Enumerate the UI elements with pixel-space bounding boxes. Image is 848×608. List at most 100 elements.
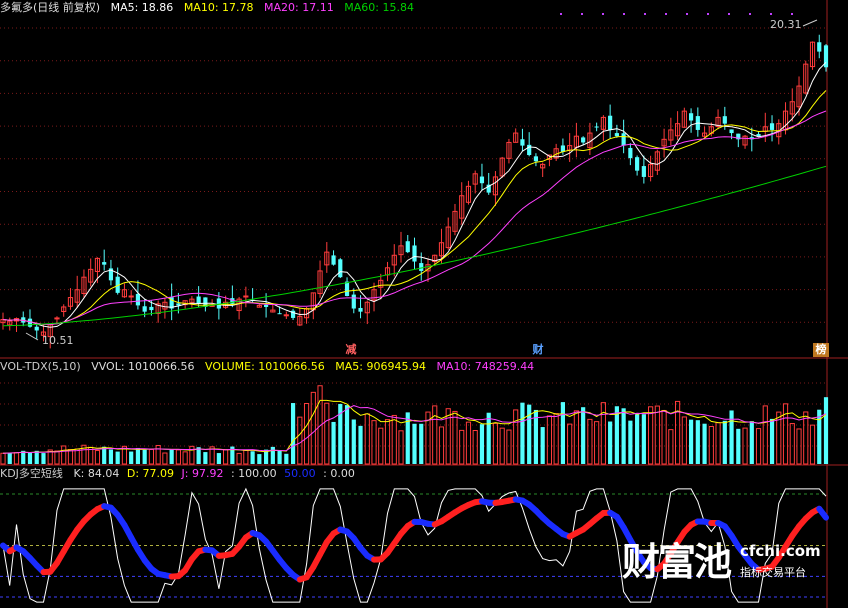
kdj-j-label: J: 97.92 [181, 467, 224, 480]
volume-bar [486, 412, 491, 464]
volume-bar [182, 451, 188, 465]
volume-bar [358, 425, 363, 464]
candle-body [351, 294, 356, 309]
volume-bar [749, 421, 754, 464]
volume-bar [61, 445, 67, 465]
candle-body [149, 306, 154, 311]
volume-bar [661, 409, 667, 465]
volume-bar [169, 449, 174, 464]
volume-bar [155, 444, 161, 465]
volume-bar [782, 403, 789, 465]
kdj-100-label: : 100.00 [230, 467, 277, 480]
volume-bar [412, 423, 417, 464]
candle-body [358, 307, 363, 312]
volume-bar [7, 452, 12, 464]
candle-body [54, 317, 60, 320]
volume-bar [628, 420, 633, 464]
volume-bar [364, 413, 370, 465]
volume-bar [331, 421, 336, 464]
volume-bar [236, 452, 242, 465]
volume-bar [0, 452, 6, 465]
signal-dot [686, 13, 688, 15]
volume-bar [614, 406, 619, 464]
volume-bar [115, 451, 120, 464]
volume-bar [175, 449, 181, 465]
volume-bar [762, 405, 768, 465]
volume-bar [74, 448, 80, 465]
volume-bar [432, 405, 438, 465]
candle-body [688, 113, 694, 121]
candle-body [344, 281, 350, 296]
volume-bar [668, 429, 674, 465]
kdj-title[interactable]: KDJ多空短线 [0, 467, 63, 480]
stock-chart[interactable] [0, 0, 848, 608]
kdj-d-label: D: 77.09 [126, 467, 175, 480]
volume-bar [303, 403, 310, 465]
volume-bar [129, 451, 134, 464]
volume-bar [809, 424, 816, 465]
volume-bar [527, 404, 532, 464]
volume-bar [34, 450, 39, 464]
signal-dot [749, 13, 751, 15]
volume-bar [803, 411, 809, 465]
candle-body [102, 262, 107, 265]
candle-body [243, 295, 249, 298]
candle-body [34, 326, 39, 331]
vol-title[interactable]: VOL-TDX(5,10) [0, 360, 81, 373]
kdj-50-label: 50.00 [284, 467, 316, 480]
candle-body [216, 298, 221, 309]
watermark-tagline: 指标交易平台 [740, 566, 806, 579]
volume-bar [257, 454, 262, 464]
volume-bar [472, 430, 478, 465]
volume-bar [654, 405, 660, 465]
volume-bar [695, 420, 700, 464]
volume-bar [54, 450, 60, 465]
volume-bar [277, 450, 282, 464]
volume-bar [344, 405, 350, 464]
candle-body [412, 245, 417, 262]
candle-body [533, 156, 539, 162]
candle-body [479, 176, 485, 184]
signal-dot [560, 13, 562, 15]
volume-bar [769, 418, 775, 464]
volume-bar [270, 446, 275, 464]
volume-bar [371, 420, 377, 465]
watermark: 财富池 cfchi.com 指标交易平台 [622, 540, 822, 590]
volume-bar [553, 413, 559, 465]
volume-bar [250, 451, 255, 464]
signal-dot [644, 13, 646, 15]
volume-bar [635, 414, 640, 464]
ma5-line [2, 61, 827, 328]
event-marker-finance[interactable]: 财 [530, 343, 546, 357]
candle-body [628, 147, 633, 159]
watermark-site: cfchi.com [740, 542, 821, 560]
volume-panel-header: VOL-TDX(5,10) VVOL: 1010066.56 VOLUME: 1… [0, 360, 541, 374]
vvol-label: VVOL: 1010066.56 [91, 360, 195, 373]
volume-bar [438, 426, 445, 465]
candle-body [263, 304, 269, 307]
volume-bar [715, 422, 721, 465]
candle-body [405, 241, 410, 253]
candle-body [722, 116, 727, 124]
event-marker-ranking[interactable]: 榜 [813, 343, 829, 357]
candle-body [331, 255, 336, 265]
volume-bar [513, 409, 519, 465]
volume-bar [445, 408, 451, 465]
candle-body [594, 126, 599, 128]
high-price-pointer [802, 19, 818, 27]
candle-body [641, 166, 646, 177]
kdj-k-label: K: 84.04 [73, 467, 120, 480]
event-marker-reduce[interactable]: 减 [343, 343, 359, 357]
stock-title[interactable]: 多氟多(日线 前复权) [0, 1, 100, 14]
volume-bar [405, 412, 410, 464]
candle-body [614, 133, 619, 137]
volume-bar [742, 427, 748, 465]
candle-body [635, 157, 640, 171]
volume-bar [641, 414, 646, 464]
candle-body [608, 115, 613, 130]
signal-dot [728, 13, 730, 15]
candle-body [729, 129, 734, 134]
candle-body [621, 133, 626, 146]
volume-bar [722, 420, 727, 464]
signal-dot [581, 13, 583, 15]
